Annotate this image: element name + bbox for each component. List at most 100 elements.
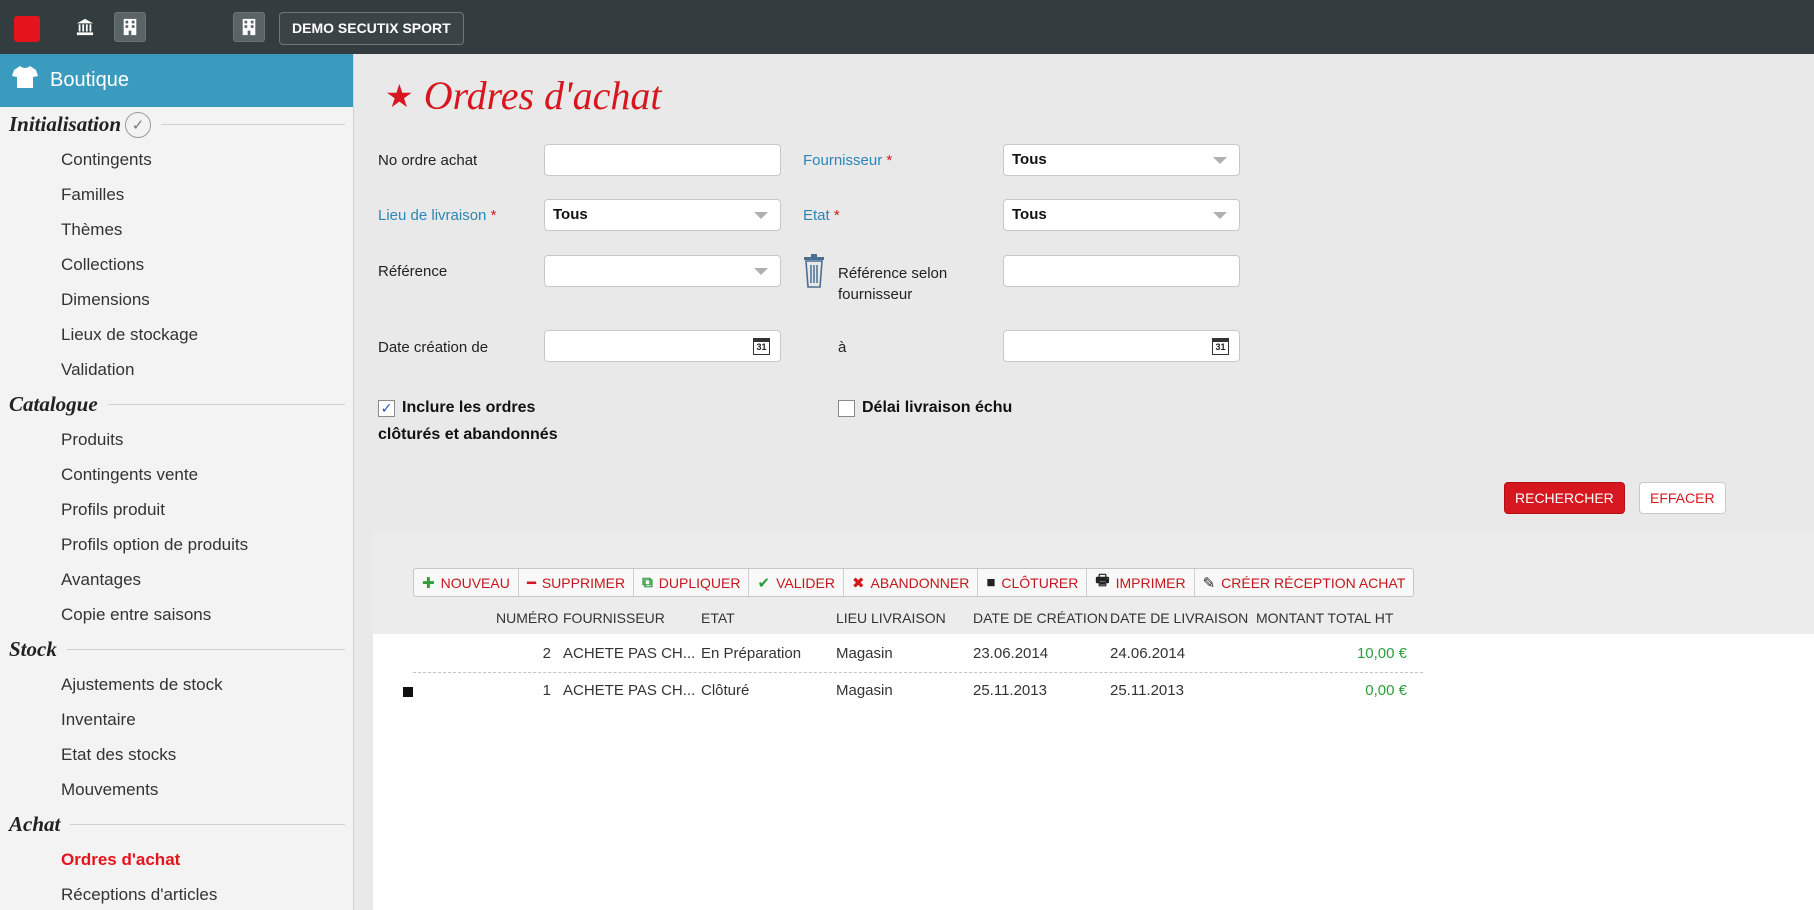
printer-icon: 🖶 [1095, 572, 1110, 589]
sidebar-item-profils-produit[interactable]: Profils produit [0, 492, 353, 527]
delivery-place-select[interactable]: Tous [544, 199, 781, 231]
tshirt-icon [12, 65, 38, 96]
check-circle-icon: ✓ [125, 111, 152, 138]
section-title: Catalogue [9, 392, 98, 416]
sidebar-section-stock: Stock [0, 632, 353, 667]
cell-amount: 0,00 € [1365, 682, 1407, 699]
state-select-value: Tous [1012, 206, 1047, 223]
sidebar-item-etat-des-stocks[interactable]: Etat des stocks [0, 737, 353, 772]
supplier-select-value: Tous [1012, 151, 1047, 168]
sidebar-header[interactable]: Boutique [0, 54, 353, 107]
trash-icon[interactable] [803, 254, 825, 288]
reference-label: Référence [378, 263, 448, 280]
date-to-input[interactable]: 31 [1003, 330, 1240, 362]
calendar-icon[interactable]: 31 [1212, 338, 1229, 355]
section-divider [70, 824, 345, 825]
cell-delivery: 25.11.2013 [1110, 682, 1184, 699]
organization-button[interactable]: DEMO SECUTIX SPORT [279, 12, 464, 45]
top-bar: DEMO SECUTIX SPORT [0, 0, 1814, 54]
sidebar-item-receptions[interactable]: Réceptions d'articles [0, 877, 353, 910]
cell-supplier: ACHETE PAS CH... [563, 682, 696, 699]
minus-icon: ━ [526, 574, 536, 592]
supplier-select[interactable]: Tous [1003, 144, 1240, 176]
state-label: Etat * [803, 207, 840, 224]
cell-place: Magasin [836, 645, 893, 662]
print-button[interactable]: 🖶 IMPRIMER [1087, 569, 1195, 596]
sidebar: Boutique Initialisation ✓ Contingents Fa… [0, 54, 354, 910]
sidebar-item-ordres-achat[interactable]: Ordres d'achat [0, 842, 353, 877]
include-closed-label: Inclure les ordres clôturés et abandonnés [378, 399, 558, 443]
column-numero[interactable]: NUMÉRO [496, 610, 558, 626]
reference-select[interactable] [544, 255, 781, 287]
column-lieu-livraison[interactable]: LIEU LIVRAISON [836, 610, 946, 626]
secutix-logo-icon[interactable] [14, 16, 40, 42]
column-date-creation[interactable]: DATE DE CRÉATION [973, 610, 1108, 626]
supplier-reference-label: Référence selon fournisseur [838, 265, 948, 303]
results-panel: ✚ NOUVEAU ━ SUPPRIMER ⧉ DUPLIQUER ✔ VALIDER … [373, 532, 1814, 910]
table-row[interactable]: 1 ACHETE PAS CH... Clôturé Magasin 25.11… [403, 673, 1423, 709]
order-number-label: No ordre achat [378, 152, 478, 169]
table-row[interactable]: 2 ACHETE PAS CH... En Préparation Magasi… [413, 636, 1423, 672]
sidebar-section-achat: Achat [0, 807, 353, 842]
sidebar-section-initialisation: Initialisation ✓ [0, 107, 353, 142]
create-receipt-button[interactable]: ✎ CRÉER RÉCEPTION ACHAT [1195, 569, 1414, 596]
calendar-icon[interactable]: 31 [753, 338, 770, 355]
closed-marker-icon [403, 687, 413, 697]
duplicate-button[interactable]: ⧉ DUPLIQUER [634, 569, 750, 596]
building-icon[interactable] [114, 12, 146, 42]
sidebar-item-avantages[interactable]: Avantages [0, 562, 353, 597]
state-select[interactable]: Tous [1003, 199, 1240, 231]
delete-button[interactable]: ━ SUPPRIMER [519, 569, 635, 596]
column-etat[interactable]: ETAT [701, 610, 735, 626]
supplier-label: Fournisseur * [803, 152, 893, 169]
sidebar-item-produits[interactable]: Produits [0, 422, 353, 457]
bank-icon[interactable] [69, 12, 101, 42]
new-button[interactable]: ✚ NOUVEAU [414, 569, 519, 596]
close-button[interactable]: ■ CLÔTURER [978, 569, 1088, 596]
sidebar-item-familles[interactable]: Familles [0, 177, 353, 212]
validate-button[interactable]: ✔ VALIDER [749, 569, 844, 596]
abandon-button[interactable]: ✖ ABANDONNER [844, 569, 979, 596]
clear-button[interactable]: EFFACER [1639, 482, 1726, 514]
delivery-place-label: Lieu de livraison * [378, 207, 497, 224]
column-date-livraison[interactable]: DATE DE LIVRAISON [1110, 610, 1248, 626]
column-fournisseur[interactable]: FOURNISSEUR [563, 610, 665, 626]
chevron-down-icon [754, 268, 768, 275]
sidebar-item-inventaire[interactable]: Inventaire [0, 702, 353, 737]
sidebar-item-dimensions[interactable]: Dimensions [0, 282, 353, 317]
order-number-input[interactable] [544, 144, 781, 176]
sidebar-item-copie-entre-saisons[interactable]: Copie entre saisons [0, 597, 353, 632]
sidebar-item-mouvements[interactable]: Mouvements [0, 772, 353, 807]
actions-toolbar: ✚ NOUVEAU ━ SUPPRIMER ⧉ DUPLIQUER ✔ VALIDER … [413, 568, 1415, 597]
date-to-label: à [838, 339, 847, 356]
duplicate-icon: ⧉ [642, 574, 653, 591]
section-divider [66, 649, 345, 650]
plus-icon: ✚ [422, 574, 435, 592]
column-montant[interactable]: MONTANT TOTAL HT [1256, 610, 1393, 626]
date-from-input[interactable]: 31 [544, 330, 781, 362]
cell-state: Clôturé [701, 682, 750, 699]
page-title-text: Ordres d'achat [423, 73, 662, 118]
sidebar-item-validation[interactable]: Validation [0, 352, 353, 387]
delivery-overdue-checkbox[interactable] [838, 400, 855, 417]
table-header: NUMÉRO FOURNISSEUR ETAT LIEU LIVRAISON D… [373, 602, 1814, 634]
cell-place: Magasin [836, 682, 893, 699]
delivery-overdue-label: Délai livraison échu [862, 399, 1013, 416]
sidebar-item-contingents-vente[interactable]: Contingents vente [0, 457, 353, 492]
search-button[interactable]: RECHERCHER [1504, 482, 1625, 514]
cell-state: En Préparation [701, 645, 802, 662]
section-divider [161, 124, 345, 125]
sidebar-item-ajustements[interactable]: Ajustements de stock [0, 667, 353, 702]
stop-square-icon: ■ [986, 574, 996, 591]
sidebar-item-lieux-de-stockage[interactable]: Lieux de stockage [0, 317, 353, 352]
cell-number: 1 [542, 682, 551, 699]
sidebar-item-themes[interactable]: Thèmes [0, 212, 353, 247]
include-closed-checkbox[interactable]: ✓ [378, 400, 395, 417]
sidebar-item-contingents[interactable]: Contingents [0, 142, 353, 177]
cell-number: 2 [542, 645, 551, 662]
sidebar-item-collections[interactable]: Collections [0, 247, 353, 282]
sidebar-item-profils-option[interactable]: Profils option de produits [0, 527, 353, 562]
star-icon[interactable]: ★ [385, 77, 414, 115]
supplier-reference-input[interactable] [1003, 255, 1240, 287]
building-icon[interactable] [233, 12, 265, 42]
